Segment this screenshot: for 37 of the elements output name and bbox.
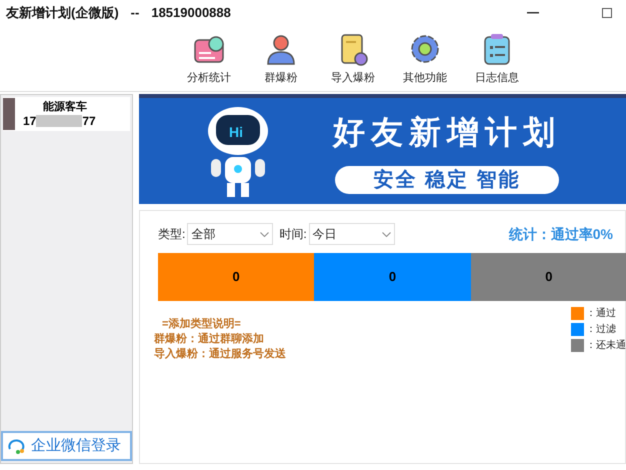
toolbar-button[interactable]: 群爆粉 [255,32,307,91]
banner-subtitle: 安全 稳定 智能 [335,166,559,194]
chevron-down-icon [382,232,391,236]
banner-title: 好友新增计划 [333,113,561,152]
legend-label: ：通过 [586,306,616,321]
login-button[interactable]: 企业微信登录 [1,431,132,461]
toolbar-button[interactable]: 日志信息 [471,32,523,91]
filter-dropdown[interactable]: 全部 [187,223,274,245]
pass-rate-text: 统计：通过率0% [508,224,613,244]
filter-label: 类型: [158,226,186,243]
blur-block [36,115,82,127]
filter-dropdown[interactable]: 今日 [308,223,395,245]
toolbar-button[interactable]: 导入爆粉 [327,32,379,91]
note-text: =添加类型说明= [161,317,242,332]
count-bar: 0 [314,253,471,301]
account-name: 能源客车 [42,100,88,114]
count-bar: 0 [158,253,314,301]
toolbar-button[interactable]: 其他功能 [399,32,451,91]
maximize-icon[interactable] [602,8,612,18]
window-title: 友新增计划(企微版) [6,4,119,22]
account-phone-start: 17 [23,114,36,128]
account-phone-end: 77 [82,114,96,128]
filter-label: 时间: [279,226,307,243]
minimize-icon[interactable] [527,12,539,14]
toolbar-button[interactable]: 分析统计 [183,32,235,91]
window-phone: 18519000888 [151,4,231,22]
avatar-placeholder [3,98,15,130]
chevron-down-icon [260,232,270,236]
note-text: 导入爆粉：通过服务号发送 [154,347,286,362]
legend-label: ：过滤 [586,322,616,337]
count-bar: 0 [470,253,626,301]
note-text: 群爆粉：通过群聊添加 [154,332,265,347]
legend-label: ：还未通 [586,338,626,353]
account-card[interactable]: 能源客车 17 77 [3,97,130,131]
robot-drawing: Hi [183,101,293,201]
chat-icon [7,437,27,455]
title-separator: -- [130,4,140,22]
